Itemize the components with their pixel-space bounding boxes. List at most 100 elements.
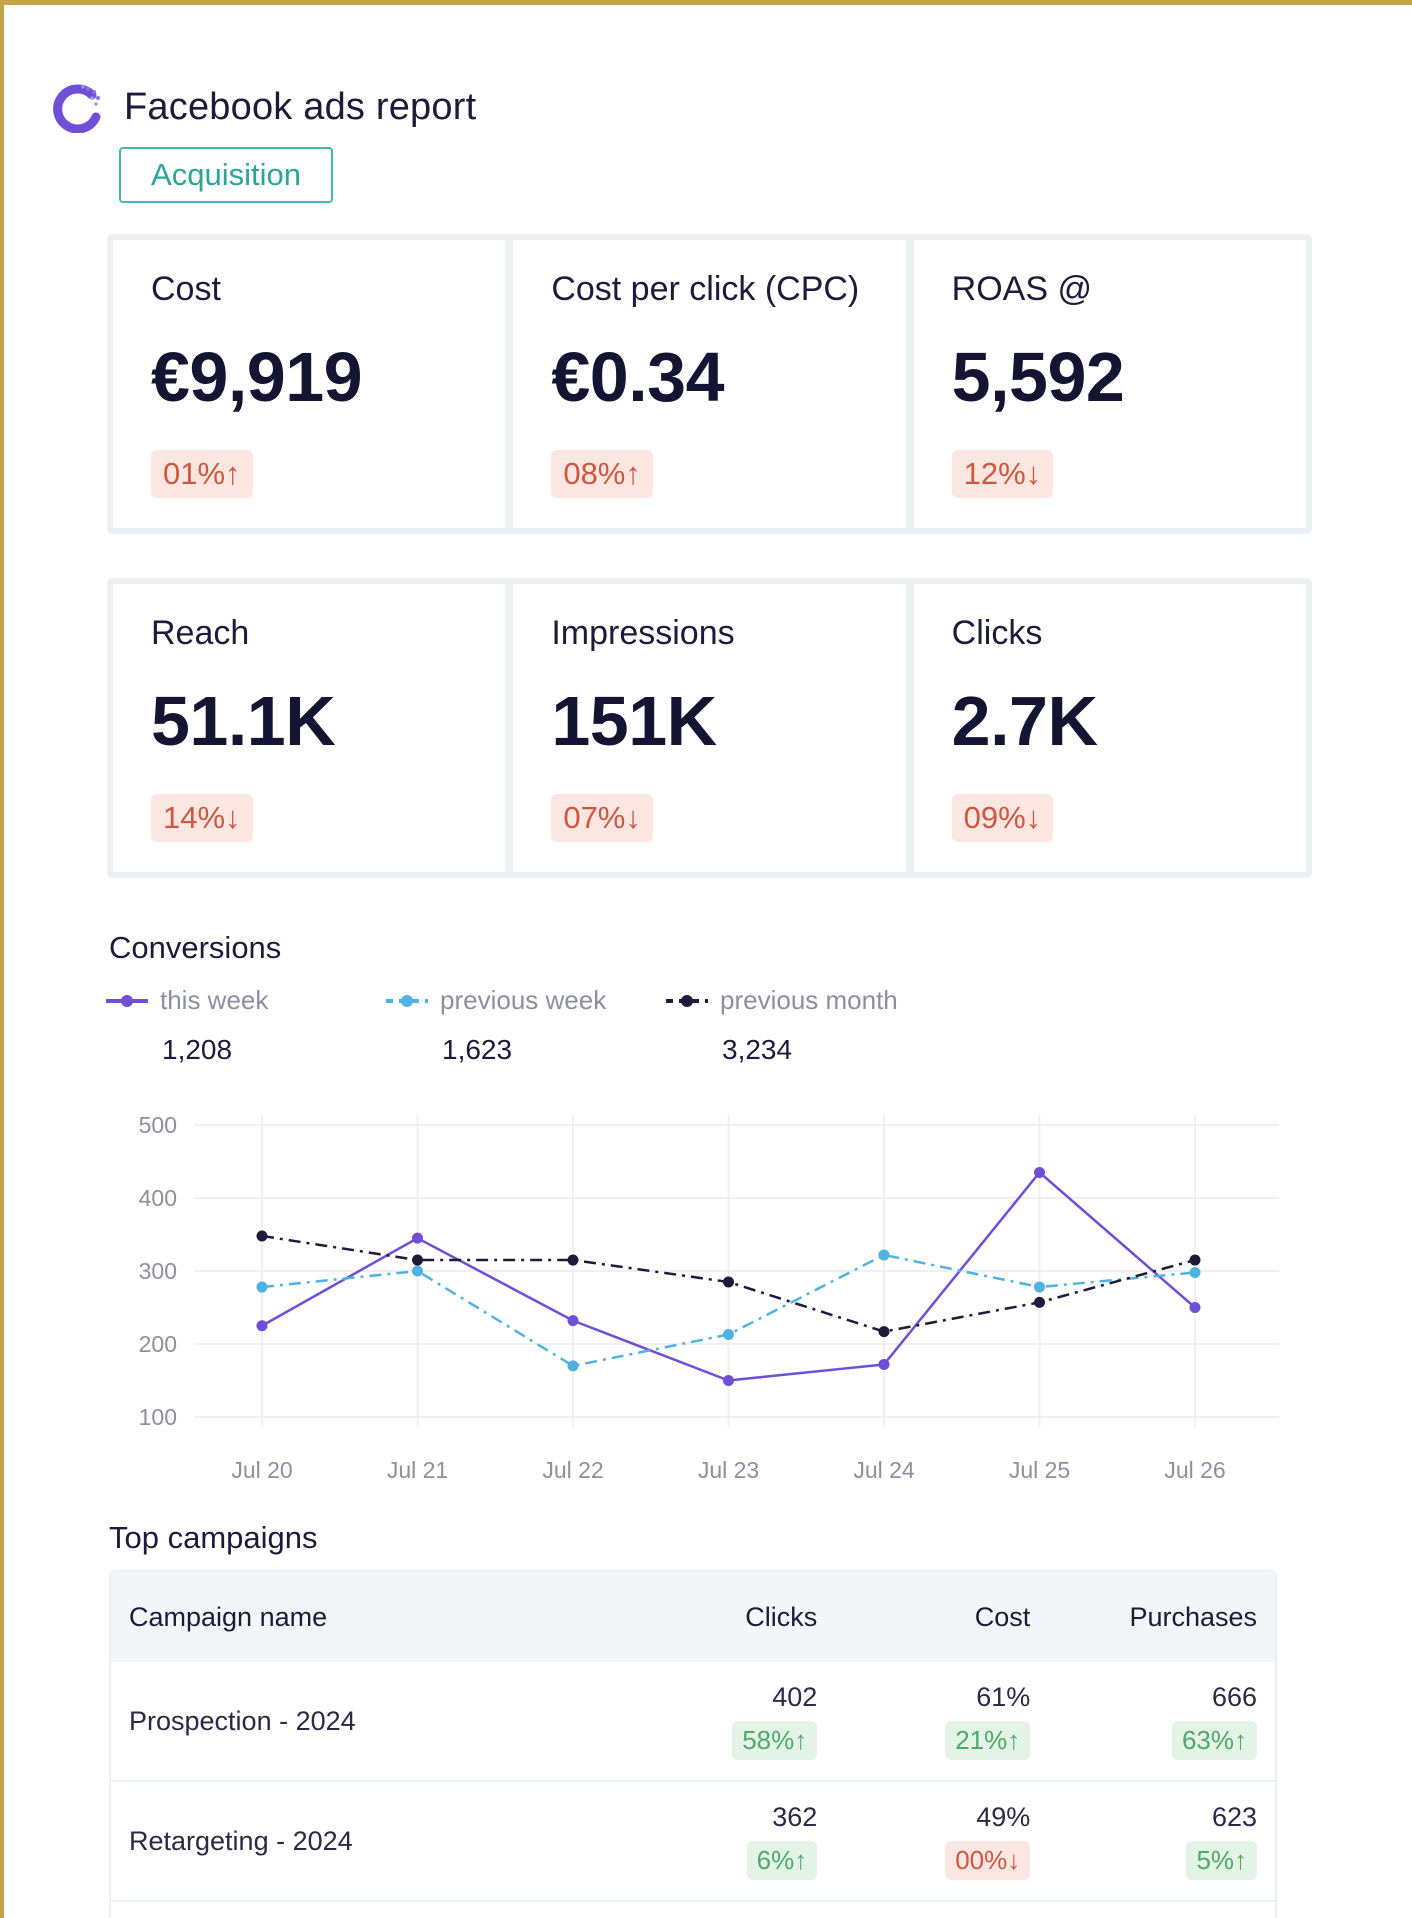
y-tick-label: 100 bbox=[139, 1404, 177, 1430]
data-point-previous-month bbox=[723, 1276, 734, 1288]
clicks-value: 362 bbox=[772, 1802, 818, 1832]
chart-legend: this week 1,208 previous week 1,623 prev… bbox=[104, 985, 944, 1066]
kpi-label: ROAS @ bbox=[951, 270, 1092, 308]
x-tick-label: Jul 24 bbox=[853, 1457, 915, 1483]
category-tag[interactable]: Acquisition bbox=[119, 147, 333, 203]
kpi-value: 5,592 bbox=[951, 338, 1125, 416]
kpi-card-cpc[interactable]: Cost per click (CPC) €0.34 08%↑ bbox=[513, 240, 906, 528]
legend-item-previous-week[interactable]: previous week 1,623 bbox=[384, 985, 664, 1066]
kpi-delta-badge: 08%↑ bbox=[551, 450, 653, 498]
table-header-row: Campaign name Clicks Cost Purchases bbox=[111, 1572, 1275, 1662]
kpi-row-audience: Reach 51.1K 14%↓ Impressions 151K 07%↓ C… bbox=[107, 578, 1312, 878]
legend-label: this week bbox=[160, 985, 269, 1015]
data-point-this-week bbox=[723, 1375, 734, 1386]
x-tick-label: Jul 20 bbox=[231, 1457, 292, 1483]
legend-label: previous week bbox=[440, 985, 607, 1015]
kpi-card-clicks[interactable]: Clicks 2.7K 09%↓ bbox=[913, 584, 1306, 872]
legend-item-this-week[interactable]: this week 1,208 bbox=[104, 985, 384, 1066]
kpi-value: €9,919 bbox=[151, 338, 363, 416]
kpi-delta-badge: 14%↓ bbox=[151, 794, 253, 842]
table-row[interactable]: Retargeting - 2024 362 6%↑ 49% 00%↓ 623 … bbox=[111, 1782, 1275, 1902]
clicks-delta-badge: 58%↑ bbox=[732, 1721, 818, 1760]
kpi-delta-badge: 12%↓ bbox=[951, 450, 1054, 498]
page-title: Facebook ads report bbox=[124, 85, 477, 128]
kpi-value: 51.1K bbox=[151, 682, 336, 760]
legend-label: previous month bbox=[720, 985, 898, 1015]
report-page: Facebook ads report Acquisition Cost €9,… bbox=[4, 5, 1412, 1918]
legend-value: 1,623 bbox=[442, 1034, 513, 1065]
data-point-this-week bbox=[1034, 1166, 1045, 1178]
x-tick-label: Jul 21 bbox=[387, 1457, 448, 1483]
column-header-campaign-name[interactable]: Campaign name bbox=[111, 1602, 604, 1633]
data-point-this-week bbox=[256, 1320, 268, 1332]
legend-line-dashed-icon bbox=[386, 994, 428, 1007]
campaign-name: Retargeting - 2024 bbox=[129, 1825, 353, 1856]
legend-value: 3,234 bbox=[722, 1034, 793, 1065]
data-point-previous-week bbox=[1189, 1266, 1201, 1278]
data-point-this-week bbox=[567, 1315, 579, 1327]
kpi-card-cost[interactable]: Cost €9,919 01%↑ bbox=[113, 240, 506, 528]
legend-value: 1,208 bbox=[162, 1034, 233, 1065]
x-tick-label: Jul 25 bbox=[1009, 1457, 1070, 1483]
data-point-this-week bbox=[1189, 1302, 1201, 1313]
y-tick-label: 200 bbox=[139, 1331, 177, 1357]
kpi-label: Clicks bbox=[951, 614, 1043, 652]
purchases-value: 623 bbox=[1211, 1802, 1258, 1832]
table-row[interactable]: Prospection - 2024 402 58%↑ 61% 21%↑ 666… bbox=[111, 1662, 1275, 1782]
data-point-previous-week bbox=[567, 1360, 579, 1372]
y-tick-label: 500 bbox=[139, 1112, 177, 1138]
column-header-clicks[interactable]: Clicks bbox=[604, 1602, 817, 1633]
purchases-cell: 623 5%↑ bbox=[1030, 1802, 1275, 1880]
clicks-cell: 362 6%↑ bbox=[604, 1802, 818, 1880]
top-campaigns-title: Top campaigns bbox=[109, 1520, 318, 1555]
kpi-label: Reach bbox=[151, 614, 250, 652]
clicks-value: 402 bbox=[772, 1682, 818, 1712]
kpi-card-roas[interactable]: ROAS @ 5,592 12%↓ bbox=[913, 240, 1306, 528]
column-header-cost[interactable]: Cost bbox=[817, 1602, 1031, 1633]
purchases-cell: 666 63%↑ bbox=[1030, 1682, 1275, 1760]
y-tick-label: 300 bbox=[139, 1258, 177, 1284]
data-point-this-week bbox=[412, 1232, 423, 1244]
legend-line-dashed-icon bbox=[666, 994, 708, 1007]
column-header-purchases[interactable]: Purchases bbox=[1030, 1602, 1275, 1633]
data-point-previous-week bbox=[878, 1249, 890, 1261]
data-point-previous-month bbox=[878, 1326, 890, 1338]
data-point-previous-week bbox=[412, 1265, 423, 1277]
kpi-label: Impressions bbox=[551, 614, 735, 652]
data-point-previous-month bbox=[1189, 1254, 1201, 1266]
conversions-title: Conversions bbox=[109, 930, 282, 965]
data-point-previous-week bbox=[1034, 1281, 1045, 1293]
kpi-delta-badge: 09%↓ bbox=[951, 794, 1054, 842]
data-point-this-week bbox=[878, 1358, 890, 1370]
kpi-label: Cost bbox=[151, 270, 221, 308]
cost-cell: 61% 21%↑ bbox=[817, 1682, 1031, 1760]
campaigns-table: Campaign name Clicks Cost Purchases Pros… bbox=[109, 1570, 1277, 1918]
kpi-value: €0.34 bbox=[551, 338, 724, 416]
y-tick-label: 400 bbox=[139, 1185, 177, 1211]
kpi-label: Cost per click (CPC) bbox=[551, 270, 860, 308]
cost-value: 49% bbox=[976, 1802, 1031, 1832]
legend-item-previous-month[interactable]: previous month 3,234 bbox=[664, 985, 944, 1066]
data-point-previous-month bbox=[256, 1230, 268, 1242]
kpi-value: 2.7K bbox=[951, 682, 1098, 760]
kpi-card-reach[interactable]: Reach 51.1K 14%↓ bbox=[113, 584, 506, 872]
data-point-previous-week bbox=[256, 1281, 268, 1293]
kpi-delta-badge: 07%↓ bbox=[551, 794, 653, 842]
purchases-delta-badge: 63%↑ bbox=[1171, 1721, 1258, 1760]
kpi-row-spend: Cost €9,919 01%↑ Cost per click (CPC) €0… bbox=[107, 234, 1312, 534]
kpi-card-impressions[interactable]: Impressions 151K 07%↓ bbox=[513, 584, 906, 872]
purchases-delta-badge: 5%↑ bbox=[1186, 1841, 1258, 1880]
cost-delta-badge: 00%↓ bbox=[945, 1841, 1031, 1880]
cost-delta-badge: 21%↑ bbox=[945, 1721, 1031, 1760]
kpi-delta-badge: 01%↑ bbox=[151, 450, 253, 498]
legend-line-solid-icon bbox=[106, 994, 148, 1007]
clicks-delta-badge: 6%↑ bbox=[746, 1841, 818, 1880]
x-tick-label: Jul 23 bbox=[698, 1457, 759, 1483]
clicks-cell: 402 58%↑ bbox=[604, 1682, 818, 1760]
data-point-previous-month bbox=[567, 1254, 579, 1266]
data-point-previous-week bbox=[723, 1329, 734, 1341]
data-point-previous-month bbox=[412, 1254, 423, 1266]
cost-value: 61% bbox=[976, 1682, 1031, 1712]
data-point-previous-month bbox=[1034, 1296, 1045, 1308]
conversions-line-chart: 100 200 300 400 500 Jul 20 Jul 21 Jul 22 Jul 23 J… bbox=[139, 1112, 1279, 1483]
